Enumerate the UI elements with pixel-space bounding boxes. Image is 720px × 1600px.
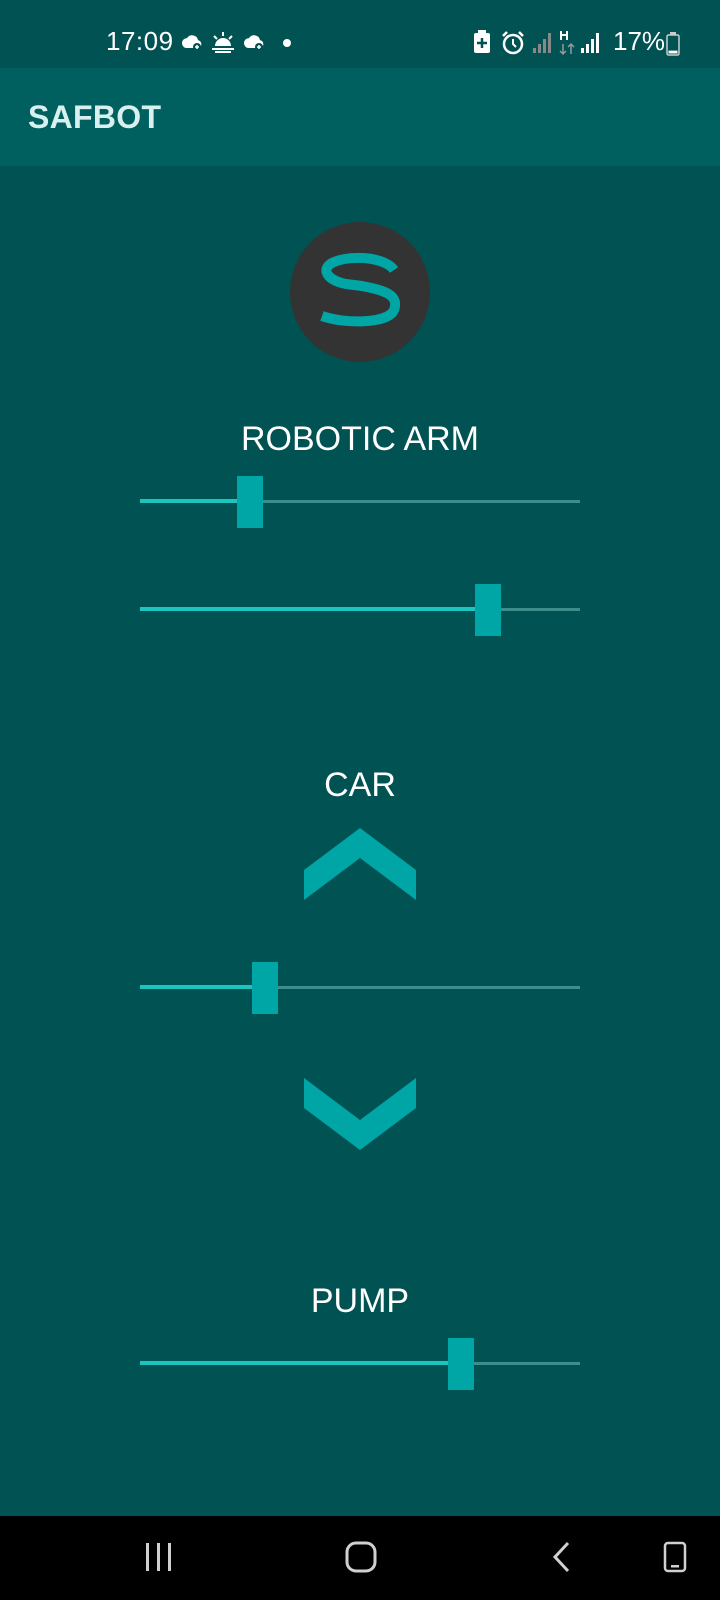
slider-thumb[interactable] [237,476,263,528]
navigation-bar [0,1516,720,1600]
slider-track-fill [140,499,250,503]
home-icon[interactable] [344,1540,378,1574]
car-backward-button[interactable] [304,1078,416,1150]
app-title: SAFBOT [28,99,162,135]
slider-thumb[interactable] [448,1338,475,1390]
robotic-arm-slider-1[interactable] [140,474,580,530]
pump-slider[interactable] [140,1336,580,1392]
safbot-s-logo-icon [290,222,430,362]
weather-cloud-icon [243,35,264,51]
keyboard-icon[interactable] [662,1540,688,1574]
sunrise-icon [212,32,234,53]
pump-title: PUMP [310,1282,410,1320]
battery-percent: 17% [613,26,666,56]
robotic-arm-slider-2[interactable] [140,582,580,638]
alarm-icon [502,31,524,55]
battery-saver-icon [474,30,490,53]
data-h-icon [559,31,575,56]
slider-track-fill [140,1361,462,1365]
status-time: 17:09 [106,26,174,56]
chevron-down-icon [304,1078,416,1150]
weather-cloud-icon [181,35,202,51]
signal-icon [581,33,599,53]
signal-icon [533,33,551,53]
car-title: CAR [324,766,396,804]
slider-thumb[interactable] [474,584,501,636]
robotic-arm-title: ROBOTIC ARM [240,420,480,458]
app-bar: SAFBOT [0,68,720,166]
chevron-up-icon [304,828,416,900]
back-icon[interactable] [550,1540,572,1574]
slider-track-fill [140,607,488,611]
car-speed-slider[interactable] [140,960,580,1016]
slider-track-fill [140,985,266,989]
slider-thumb[interactable] [252,962,279,1014]
recent-apps-icon[interactable] [144,1540,174,1574]
status-bar: 17:09 17% [0,0,720,68]
notification-dot-icon [283,39,291,47]
battery-icon [666,32,680,56]
car-forward-button[interactable] [304,828,416,900]
